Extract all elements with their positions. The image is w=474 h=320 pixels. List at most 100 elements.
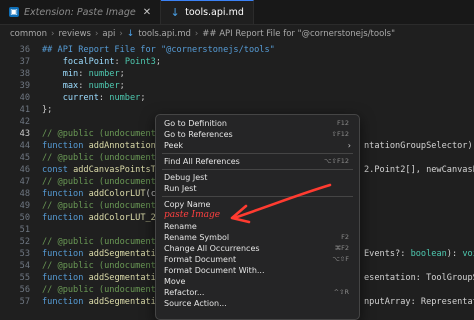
menu-item-label: Peek xyxy=(164,141,184,150)
breadcrumb-segment[interactable]: common xyxy=(10,29,47,39)
breadcrumb-segment[interactable]: reviews xyxy=(58,29,91,39)
menu-item-label: Go to References xyxy=(164,130,233,139)
context-menu: Go to Definition F12 Go to References ⇧F12 P… xyxy=(155,114,360,320)
code-line[interactable]: 37 focalPoint: Point3; xyxy=(0,56,474,68)
line-number: 50 xyxy=(19,213,30,223)
menu-item-label: Move xyxy=(164,277,186,286)
code-text: // @public (undocumented) xyxy=(42,153,172,163)
menu-item-label: Source Action... xyxy=(164,299,227,308)
code-text: focalPoint: Point3; xyxy=(62,57,162,67)
tab-label: Extension: Paste Image xyxy=(24,6,136,18)
line-number: 42 xyxy=(19,117,30,127)
line-number: 46 xyxy=(19,165,30,175)
menu-item-label: Go to Definition xyxy=(164,119,227,128)
menu-item-rename-symbol[interactable]: Rename Symbol F2 xyxy=(160,232,355,243)
menu-item-find-all-references[interactable]: Find All References ⌥⇧F12 xyxy=(160,156,355,167)
menu-separator xyxy=(162,153,353,154)
line-number: 56 xyxy=(19,285,30,295)
menu-item-change-all-occurrences[interactable]: Change All Occurrences ⌘F2 xyxy=(160,243,355,254)
breadcrumb: common › reviews › api › ↓ tools.api.md … xyxy=(0,26,474,42)
code-text: // @public (undocumented) xyxy=(42,261,172,271)
tab-extension-paste-image[interactable]: ▣ Extension: Paste Image ✕ xyxy=(0,0,162,24)
menu-item-label: Rename Symbol xyxy=(164,233,230,242)
chevron-right-icon: › xyxy=(94,29,99,39)
menu-item-run-jest[interactable]: Run Jest xyxy=(160,183,355,194)
menu-item-label: Rename xyxy=(164,222,197,231)
code-text: }; xyxy=(42,105,53,115)
line-number: 49 xyxy=(19,201,30,211)
menu-item-source-action[interactable]: Source Action... xyxy=(160,298,355,309)
menu-item-go-to-references[interactable]: Go to References ⇧F12 xyxy=(160,129,355,140)
breadcrumb-heading[interactable]: ## API Report File for "@cornerstonejs/t… xyxy=(202,29,395,39)
close-icon[interactable]: ✕ xyxy=(143,7,151,18)
menu-item-shortcut: ⌥⇧F12 xyxy=(324,157,349,165)
code-fragment: 2.Point2[], newCanvasPoint xyxy=(364,165,474,175)
code-text: // @public (undocumented) xyxy=(42,237,172,247)
line-number: 37 xyxy=(19,57,30,67)
menu-item-shortcut: ⌥⇧F xyxy=(332,255,349,263)
menu-item-copy-name[interactable]: Copy Name xyxy=(160,199,355,210)
menu-item-move[interactable]: Move xyxy=(160,276,355,287)
menu-separator xyxy=(162,169,353,170)
menu-item-label: Format Document With... xyxy=(164,266,265,275)
line-number: 52 xyxy=(19,237,30,247)
menu-separator xyxy=(162,196,353,197)
code-text: // @public (undocumented) xyxy=(42,201,172,211)
line-number: 40 xyxy=(19,93,30,103)
menu-item-shortcut: ⇧F12 xyxy=(331,130,349,138)
menu-item-shortcut: ⌘F2 xyxy=(334,244,349,252)
menu-item-format-document-with[interactable]: Format Document With... xyxy=(160,265,355,276)
line-number: 51 xyxy=(19,225,30,235)
code-text: current: number; xyxy=(62,93,146,103)
line-number: 44 xyxy=(19,141,30,151)
menu-item-go-to-definition[interactable]: Go to Definition F12 xyxy=(160,118,355,129)
line-number: 38 xyxy=(19,69,30,79)
menu-item-shortcut: F12 xyxy=(336,119,349,127)
code-text: min: number; xyxy=(62,69,125,79)
menu-item-paste-image[interactable]: paste Image xyxy=(160,210,355,221)
code-text: // @public (undocumented) xyxy=(42,285,172,295)
menu-item-rename[interactable]: Rename xyxy=(160,221,355,232)
code-fragment: ntationGroupSelector): str xyxy=(364,141,474,151)
markdown-icon: ↓ xyxy=(170,5,180,19)
code-line[interactable]: 36 ## API Report File for "@cornerstonejs… xyxy=(0,44,474,56)
code-line[interactable]: 40 current: number; xyxy=(0,92,474,104)
line-number: 47 xyxy=(19,177,30,187)
line-number: 57 xyxy=(19,297,30,307)
menu-item-format-document[interactable]: Format Document ⌥⇧F xyxy=(160,254,355,265)
code-text: ## API Report File for "@cornerstonejs/t… xyxy=(42,45,275,55)
markdown-icon: ↓ xyxy=(126,29,135,39)
chevron-right-icon: › xyxy=(194,29,199,39)
code-line[interactable]: 38 min: number; xyxy=(0,68,474,80)
line-number: 39 xyxy=(19,81,30,91)
tab-tools-api-md[interactable]: ↓ tools.api.md xyxy=(161,0,254,24)
menu-item-label: Debug Jest xyxy=(164,173,208,182)
menu-item-shortcut: ^⇧R xyxy=(333,288,349,296)
line-number: 48 xyxy=(19,189,30,199)
menu-item-debug-jest[interactable]: Debug Jest xyxy=(160,172,355,183)
extension-icon: ▣ xyxy=(9,7,19,17)
chevron-right-icon: › xyxy=(119,29,123,39)
code-line[interactable]: 39 max: number; xyxy=(0,80,474,92)
menu-item-peek[interactable]: Peek › xyxy=(160,140,355,151)
menu-item-label: Find All References xyxy=(164,157,240,166)
code-fragment: nputArray: RepresentationI xyxy=(364,297,474,307)
line-number: 54 xyxy=(19,261,30,271)
code-text: max: number; xyxy=(62,81,125,91)
line-number: 55 xyxy=(19,273,30,283)
code-text: // @public (undocumented) xyxy=(42,129,172,139)
menu-item-label: Format Document xyxy=(164,255,237,264)
breadcrumb-file[interactable]: tools.api.md xyxy=(138,29,191,39)
tab-label: tools.api.md xyxy=(185,7,244,18)
menu-item-label: Copy Name xyxy=(164,200,211,209)
breadcrumb-segment[interactable]: api xyxy=(102,29,115,39)
menu-item-shortcut: F2 xyxy=(341,233,349,241)
tab-bar: ▣ Extension: Paste Image ✕ ↓ tools.api.m… xyxy=(0,0,474,25)
line-number: 36 xyxy=(19,45,30,55)
chevron-right-icon: › xyxy=(347,141,351,150)
menu-item-refactor[interactable]: Refactor... ^⇧R xyxy=(160,287,355,298)
line-number: 53 xyxy=(19,249,30,259)
menu-item-label: Refactor... xyxy=(164,288,205,297)
code-text: // @public (undocumented) xyxy=(42,177,172,187)
line-number: 43 xyxy=(19,129,30,139)
